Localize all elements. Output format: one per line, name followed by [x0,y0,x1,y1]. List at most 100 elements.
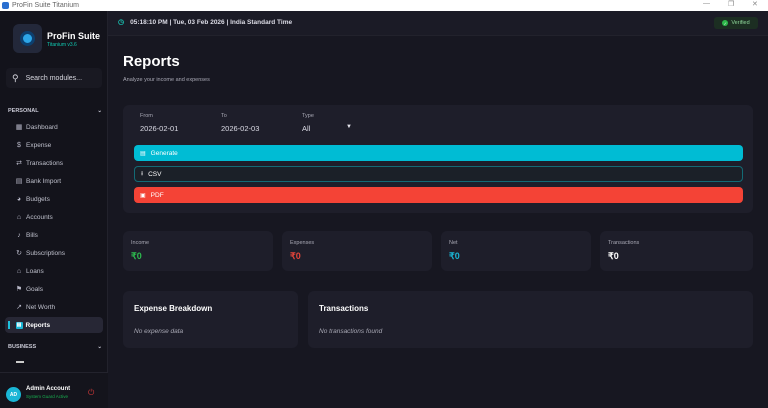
clock: ◷ 05:18:10 PM | Tue, 03 Feb 2026 | India… [118,18,293,27]
page-title: Reports [123,53,180,70]
stat-label: Income [131,240,150,246]
search-placeholder: Search modules... [25,74,83,82]
check-icon: ✓ [722,20,729,26]
sidebar-item-loans[interactable]: ⌂ Loans [15,265,44,277]
flag-icon: ⚑ [15,286,23,293]
pdf-button[interactable]: ▣ PDF [134,187,743,203]
sidebar-item-label: Expense [26,141,52,149]
sidebar-item-dashboard[interactable]: ▦ Dashboard [15,121,58,133]
bell-icon: ♪ [17,231,21,239]
app-logo-icon [2,2,9,9]
sidebar-item-label: Bills [26,231,38,239]
sidebar-item-label: Net Worth [26,303,56,311]
chevron-down-icon: ⌄ [97,344,102,350]
pdf-icon: ▣ [140,192,146,199]
stat-value: ₹0 [608,251,619,261]
avatar[interactable]: AD [6,387,21,402]
from-date-input[interactable]: 2026-02-01 [140,124,178,133]
type-label: Type [302,113,314,119]
minimize-button[interactable]: — [703,0,710,7]
brand-version: Titanium v3.6 [47,42,77,48]
from-label: From [140,113,153,119]
empty-message: No transactions found [319,328,383,335]
section-label: PERSONAL [8,108,39,114]
window-titlebar: ProFin Suite Titanium — ❐ ✕ [0,0,768,11]
sidebar-item-net-worth[interactable]: ↗ Net Worth [15,301,55,313]
transactions-icon: ⇄ [16,160,22,167]
sidebar-item-bills[interactable]: ♪ Bills [15,229,38,241]
user-status: System Guard Active [26,394,69,399]
bank-import-icon: ▤ [15,178,23,185]
transactions-panel: Transactions No transactions found [308,291,753,348]
sidebar-item-label: Reports [25,321,51,329]
clock-text: 05:18:10 PM | Tue, 03 Feb 2026 | India S… [130,18,293,26]
stat-value: ₹0 [449,251,460,261]
stat-card-expenses: Expenses ₹0 [282,231,432,271]
maximize-button[interactable]: ❐ [728,0,734,8]
sidebar-item-accounts[interactable]: ⌂ Accounts [15,211,53,223]
pdf-label: PDF [150,191,164,199]
sidebar-item-subscriptions[interactable]: ↻ Subscriptions [15,247,65,259]
stat-value: ₹0 [290,251,301,261]
search-icon: ⚲ [12,72,19,83]
sidebar-item-budgets[interactable]: ◕ Budgets [15,193,50,205]
user-footer: AD Admin Account System Guard Active ⏻ [0,372,108,408]
sidebar-item-label: Loans [26,267,44,275]
to-date-input[interactable]: 2026-02-03 [221,124,259,133]
csv-button[interactable]: ⭳ CSV [134,166,743,182]
empty-message: No expense data [134,328,184,335]
budgets-icon: ◕ [16,195,22,203]
csv-label: CSV [148,170,162,178]
power-icon[interactable]: ⏻ [88,388,94,398]
sidebar-item-label: Subscriptions [26,249,66,257]
reports-icon: ▤ [15,321,23,329]
to-label: To [221,113,227,119]
trend-icon: ↗ [16,304,22,311]
stat-label: Transactions [608,240,640,246]
dashboard-icon: ▦ [15,124,23,131]
search-input[interactable]: ⚲ Search modules... [6,68,102,88]
stat-card-transactions: Transactions ₹0 [600,231,753,271]
section-business[interactable]: BUSINESS ⌄ [8,344,102,350]
sidebar-item-label: Transactions [26,159,63,167]
type-value: All [302,124,311,133]
home-icon: ⌂ [16,267,22,275]
generate-label: Generate [150,149,178,157]
stat-label: Expenses [290,240,315,246]
header: ◷ 05:18:10 PM | Tue, 03 Feb 2026 | India… [108,11,768,36]
sidebar-item-goals[interactable]: ⚑ Goals [15,283,43,295]
type-select[interactable]: All ▼ [302,124,352,133]
stat-card-net: Net ₹0 [441,231,591,271]
sidebar-item-transactions[interactable]: ⇄ Transactions [15,157,63,169]
close-button[interactable]: ✕ [752,0,758,8]
dropdown-arrow-icon: ▼ [346,124,352,130]
user-name: Admin Account [26,386,71,392]
sidebar-item-label: Budgets [26,195,50,203]
stat-label: Net [449,240,458,246]
chevron-down-icon: ⌄ [97,108,102,114]
sidebar-item-bank-import[interactable]: ▤ Bank Import [15,175,61,187]
panel-title: Expense Breakdown [134,304,213,313]
accounts-icon: ⌂ [16,213,22,221]
section-label: BUSINESS [8,344,37,350]
brand-name: ProFin Suite [47,31,101,41]
refresh-icon: ↻ [16,250,22,257]
verified-label: Verified [731,20,750,26]
clock-icon: ◷ [118,19,125,26]
sidebar-item-label: Bank Import [26,177,62,185]
section-personal[interactable]: PERSONAL ⌄ [8,108,102,114]
stat-card-income: Income ₹0 [123,231,273,271]
sidebar-item-label: Goals [26,285,43,293]
expense-breakdown-panel: Expense Breakdown No expense data [123,291,298,348]
panel-title: Transactions [319,304,369,313]
sidebar-item-expense[interactable]: $ Expense [15,139,51,151]
sidebar-item-label: Accounts [26,213,53,221]
expense-icon: $ [17,141,21,149]
window-title: ProFin Suite Titanium [12,2,79,9]
partial-nav-icon [16,361,24,363]
generate-button[interactable]: ▤ Generate [134,145,743,161]
sidebar-item-reports[interactable]: ▤ Reports [5,317,103,333]
stat-value: ₹0 [131,251,142,261]
download-icon: ⭳ [141,171,144,177]
verified-badge: ✓ Verified [714,17,758,29]
